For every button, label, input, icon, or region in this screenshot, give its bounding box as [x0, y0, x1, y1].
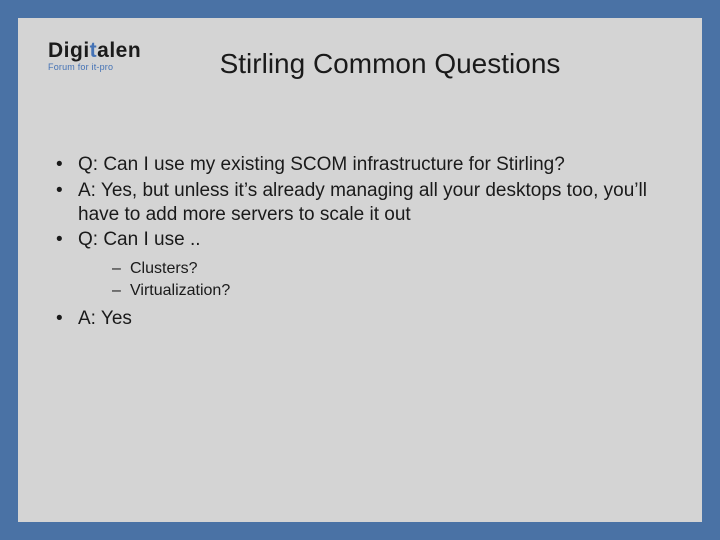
list-item: Q: Can I use my existing SCOM infrastruc… — [46, 153, 674, 177]
page-title: Stirling Common Questions — [18, 48, 702, 80]
list-item: A: Yes — [46, 307, 674, 331]
slide: Digitalen Forum for it-pro Stirling Comm… — [18, 18, 702, 522]
sub-list-item: Clusters? — [78, 258, 674, 280]
list-item: Q: Can I use .. Clusters? Virtualization… — [46, 228, 674, 301]
sub-list: Clusters? Virtualization? — [78, 258, 674, 301]
sub-list-item: Virtualization? — [78, 280, 674, 302]
content: Q: Can I use my existing SCOM infrastruc… — [46, 153, 674, 333]
list-item-text: Q: Can I use .. — [78, 229, 201, 250]
list-item: A: Yes, but unless it’s already managing… — [46, 179, 674, 227]
bullet-list: Q: Can I use my existing SCOM infrastruc… — [46, 153, 674, 331]
